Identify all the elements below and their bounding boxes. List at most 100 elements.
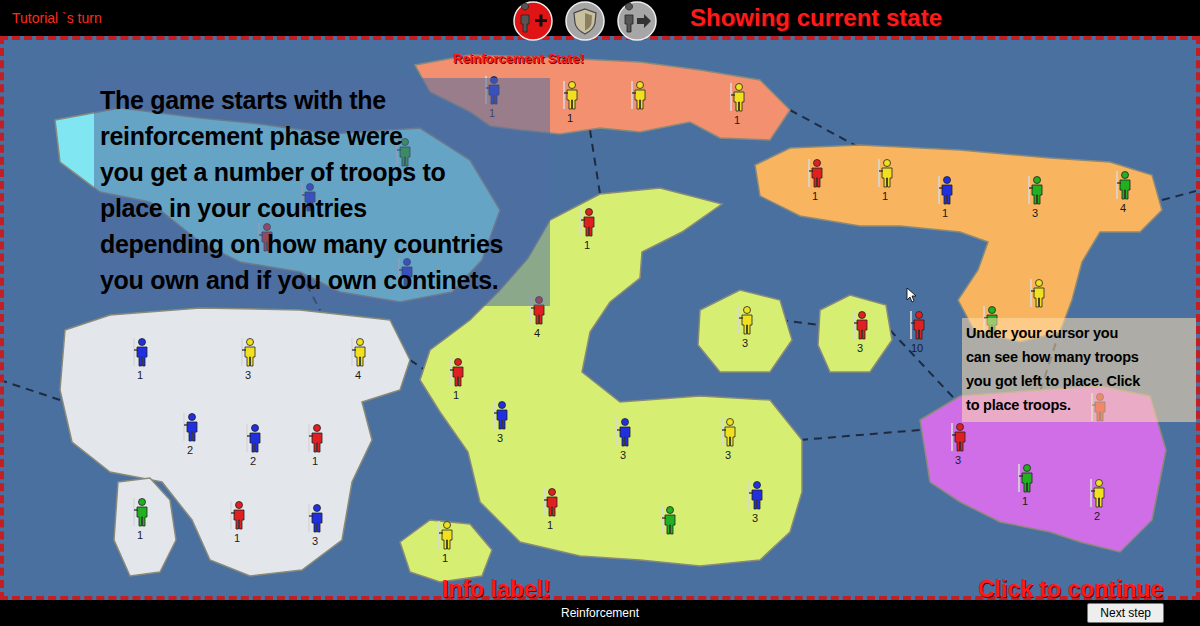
- territory-troop-count: 1: [442, 552, 448, 565]
- territory-soldier-icon[interactable]: [578, 207, 596, 237]
- bottom-bar: Reinforcement Next step: [0, 600, 1200, 626]
- territory-soldier-icon[interactable]: [541, 487, 559, 517]
- info-caption: Info label!: [442, 576, 551, 602]
- continent: [55, 108, 500, 302]
- territory-soldier-icon[interactable]: [244, 423, 262, 453]
- hint-line: you got left to place. Click: [966, 369, 1140, 393]
- continents: [4, 40, 1196, 596]
- territory-troop-count: 1: [547, 519, 553, 532]
- territory-soldier-icon[interactable]: [659, 505, 677, 535]
- territory-soldier-icon[interactable]: [394, 137, 412, 167]
- territory-soldier-icon[interactable]: [131, 337, 149, 367]
- territory-soldier-icon[interactable]: [851, 310, 869, 340]
- territory-troop-count: 4: [534, 327, 540, 340]
- territory-troop-count: 1: [584, 239, 590, 252]
- continue-caption: Click to continue: [978, 576, 1163, 602]
- territory-troop-count: 1: [882, 190, 888, 203]
- territory-soldier-icon[interactable]: [728, 82, 746, 112]
- hint-line: to place troops.: [966, 393, 1140, 417]
- game-map[interactable]: [0, 36, 1200, 600]
- territory-soldier-icon[interactable]: [483, 75, 501, 105]
- territory-soldier-icon[interactable]: [1089, 392, 1107, 422]
- territory-soldier-icon[interactable]: [528, 295, 546, 325]
- territory-soldier-icon[interactable]: [614, 417, 632, 447]
- territory-soldier-icon[interactable]: [1026, 175, 1044, 205]
- cursor-soldier-icon[interactable]: [908, 310, 926, 340]
- territory-soldier-icon[interactable]: [436, 520, 454, 550]
- info-label: Reinforcement: [561, 604, 639, 622]
- territory-troop-count: 3: [955, 454, 961, 467]
- territory-troop-count: 3: [725, 449, 731, 462]
- territory-soldier-icon[interactable]: [876, 158, 894, 188]
- territory-soldier-icon[interactable]: [239, 337, 257, 367]
- territory-troop-count: 2: [187, 444, 193, 457]
- territory-troop-count: 1: [137, 529, 143, 542]
- territory-soldier-icon[interactable]: [256, 222, 274, 252]
- tutorial-line: you own and if you own continets.: [100, 262, 503, 298]
- territory-soldier-icon[interactable]: [1016, 463, 1034, 493]
- continent: [400, 188, 892, 582]
- next-step-button[interactable]: Next step: [1087, 603, 1164, 623]
- territory-troop-count: 3: [857, 342, 863, 355]
- territory-soldier-icon[interactable]: [806, 158, 824, 188]
- territory-troop-count: 1: [812, 190, 818, 203]
- territory-soldier-icon[interactable]: [1088, 478, 1106, 508]
- territory-troop-count: 1: [942, 207, 948, 220]
- territory-soldier-icon[interactable]: [561, 80, 579, 110]
- territory-soldier-icon[interactable]: [981, 305, 999, 335]
- territory-troop-count: 2: [250, 455, 256, 468]
- territory-soldier-icon[interactable]: [181, 412, 199, 442]
- cursor-hint-text: Under your cursor youcan see how many tr…: [966, 321, 1140, 417]
- state-icons: [513, 1, 657, 41]
- reinforce-icon[interactable]: [513, 1, 553, 41]
- territory-soldier-icon[interactable]: [306, 503, 324, 533]
- territory-troop-count: 3: [245, 369, 251, 382]
- attack-shield-icon[interactable]: [565, 1, 605, 41]
- territory-troop-count: 3: [620, 449, 626, 462]
- tutorial-line: The game starts with the: [100, 82, 503, 118]
- tutorial-line: depending on how many countries: [100, 226, 503, 262]
- continent: [920, 386, 1166, 552]
- territory-soldier-icon[interactable]: [629, 80, 647, 110]
- territory-soldier-icon[interactable]: [1114, 170, 1132, 200]
- territory-troop-count: 1: [1022, 495, 1028, 508]
- continent: [60, 308, 410, 576]
- territory-troop-count: 3: [497, 432, 503, 445]
- territory-troop-count: 3: [1032, 207, 1038, 220]
- cursor-troop-count: 10: [911, 342, 923, 355]
- territory-soldier-icon[interactable]: [746, 480, 764, 510]
- overlay-layer: 111111341342211131413331333131210The gam…: [0, 0, 1200, 626]
- territory-soldier-icon[interactable]: [491, 400, 509, 430]
- tutorial-text: The game starts with thereinforcement ph…: [100, 82, 503, 298]
- territory-troop-count: 4: [1120, 202, 1126, 215]
- territory-soldier-icon[interactable]: [936, 175, 954, 205]
- territory-soldier-icon[interactable]: [306, 423, 324, 453]
- territory-troop-count: 3: [312, 535, 318, 548]
- state-caption: Showing current state: [690, 0, 942, 36]
- territory-soldier-icon[interactable]: [228, 500, 246, 530]
- territory-soldier-icon[interactable]: [447, 357, 465, 387]
- territory-soldier-icon[interactable]: [396, 257, 414, 287]
- hint-line: can see how many troops: [966, 345, 1140, 369]
- territory-troop-count: 1: [234, 532, 240, 545]
- territory-soldier-icon[interactable]: [349, 337, 367, 367]
- territory-troop-count: 1: [137, 369, 143, 382]
- hint-line: Under your cursor you: [966, 321, 1140, 345]
- mouse-cursor-icon: [906, 282, 916, 306]
- territory-troop-count: 1: [312, 455, 318, 468]
- territory-soldier-icon[interactable]: [1028, 278, 1046, 308]
- tutorial-panel: [94, 78, 550, 306]
- territory-soldier-icon[interactable]: [719, 417, 737, 447]
- territory-troop-count: 1: [453, 389, 459, 402]
- territory-troop-count: 4: [355, 369, 361, 382]
- state-label: Reinforcement State!: [453, 49, 584, 69]
- move-arrow-icon[interactable]: [617, 1, 657, 41]
- territory-soldier-icon[interactable]: [949, 422, 967, 452]
- territory-troop-count: 3: [752, 512, 758, 525]
- territory-troop-count: 1: [489, 107, 495, 120]
- territory-soldier-icon[interactable]: [299, 182, 317, 212]
- territory-soldier-icon[interactable]: [131, 497, 149, 527]
- territory-soldier-icon[interactable]: [736, 305, 754, 335]
- territory-troop-count: 3: [742, 337, 748, 350]
- tutorial-line: reinforcement phase were: [100, 118, 503, 154]
